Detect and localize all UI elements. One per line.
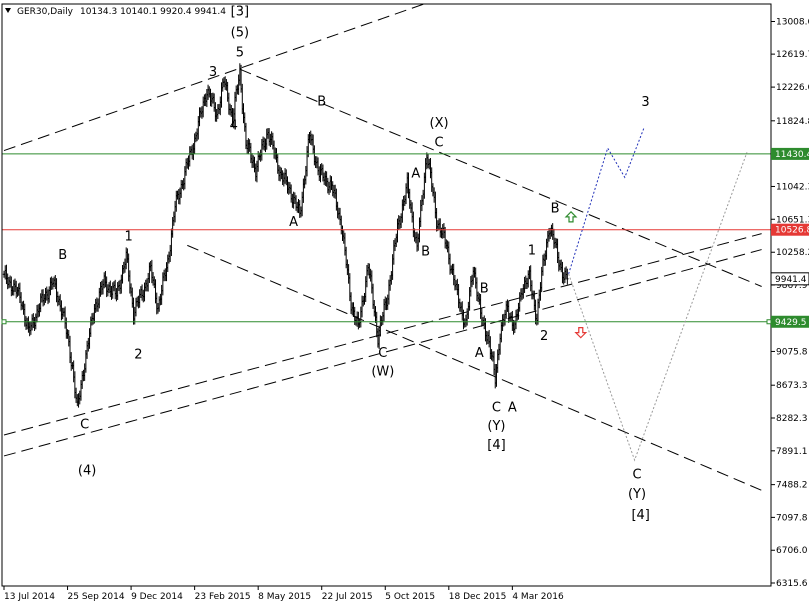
x-axis-tick-label: 25 Sep 2014 [68, 592, 125, 602]
level-price-tag: 11430.4 [771, 147, 809, 160]
wave-label: 3 [641, 95, 649, 110]
y-axis-tick-label: 12226.6 [776, 83, 809, 93]
wave-label: [4] [631, 508, 649, 523]
x-axis-tick-label: 8 May 2015 [258, 592, 311, 602]
level-anchor-marker [766, 319, 772, 325]
y-axis-tick-label: 7097.8 [776, 513, 808, 523]
x-axis-tick-label: 5 Oct 2015 [385, 592, 435, 602]
wave-label: C [492, 400, 501, 415]
level-anchor-marker [1, 319, 7, 325]
wave-label: B [317, 94, 326, 109]
y-axis-tick-label: 12619.7 [776, 50, 809, 60]
symbol-label: GER30,Daily [17, 7, 74, 17]
wave-label: A [475, 346, 484, 361]
wave-label: C [80, 417, 89, 432]
wave-label: (W) [371, 364, 394, 379]
wave-label: C [632, 468, 641, 483]
wave-label: (Y) [487, 419, 505, 434]
wave-label: B [58, 248, 67, 263]
wave-label: 1 [528, 244, 536, 259]
wave-label: C [434, 135, 443, 150]
wave-label: [3] [231, 5, 249, 20]
y-axis-tick-label: 11042.3 [776, 182, 809, 192]
y-axis-tick-label: 7891.1 [776, 447, 808, 457]
y-axis-tick-label: 7488.2 [776, 481, 808, 491]
x-axis-tick-label: 22 Jul 2015 [322, 592, 373, 602]
wave-label: (Y) [628, 487, 646, 502]
svg-text:10526.8: 10526.8 [775, 226, 809, 236]
ohlc-readout: 10134.3 10140.1 9920.4 9941.4 [80, 7, 226, 17]
wave-label: [4] [487, 438, 505, 453]
y-axis-tick-label: 6706.0 [776, 546, 808, 556]
wave-label: 2 [134, 348, 142, 363]
wave-label: 5 [236, 46, 244, 61]
wave-label: C [378, 346, 387, 361]
wave-label: 1 [125, 229, 133, 244]
wave-label: A [508, 400, 517, 415]
wave-label: (5) [231, 25, 249, 40]
svg-text:9941.4: 9941.4 [775, 275, 807, 285]
price-chart[interactable]: GER30,Daily 10134.3 10140.1 9920.4 9941.… [0, 0, 809, 607]
y-axis-tick-label: 10258.2 [776, 248, 809, 258]
y-axis-tick-label: 8282.3 [776, 414, 808, 424]
level-price-tag: 9429.5 [771, 315, 809, 328]
wave-label: (4) [78, 463, 96, 478]
chart-background [0, 0, 809, 607]
wave-label: B [421, 244, 430, 259]
level-price-tag: 10526.8 [771, 223, 809, 236]
y-axis-tick-label: 6315.6 [776, 579, 808, 589]
x-axis-tick-label: 18 Dec 2015 [449, 592, 507, 602]
wave-label: B [551, 202, 560, 217]
wave-label: B [480, 281, 489, 296]
y-axis-tick-label: 11824.8 [776, 117, 809, 127]
svg-text:11430.4: 11430.4 [775, 150, 809, 160]
svg-text:9429.5: 9429.5 [775, 318, 807, 328]
wave-label: A [289, 215, 298, 230]
wave-label: (X) [430, 116, 449, 131]
wave-label: 4 [230, 119, 238, 134]
wave-label: A [411, 166, 420, 181]
current-price-tag: 9941.4 [770, 272, 809, 286]
x-axis-tick-label: 4 Mar 2016 [512, 592, 564, 602]
x-axis-tick-label: 9 Dec 2014 [131, 592, 183, 602]
x-axis-tick-label: 13 Jul 2014 [4, 592, 55, 602]
x-axis-tick-label: 23 Feb 2015 [195, 592, 251, 602]
y-axis-tick-label: 13008.6 [776, 18, 809, 28]
y-axis-tick-label: 8673.3 [776, 381, 808, 391]
y-axis-tick-label: 9075.8 [776, 347, 808, 357]
wave-label: 2 [540, 329, 548, 344]
wave-label: 3 [209, 65, 217, 80]
